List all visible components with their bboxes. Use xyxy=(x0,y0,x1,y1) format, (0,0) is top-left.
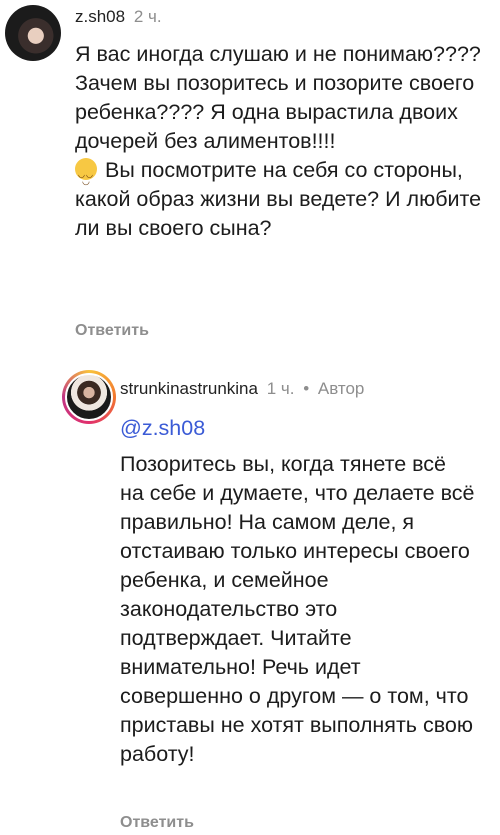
separator: • xyxy=(303,379,310,398)
comment-header: strunkinastrunkina 1 ч. • Автор xyxy=(120,379,364,399)
author-badge: Автор xyxy=(317,379,365,398)
avatar[interactable] xyxy=(65,373,113,421)
username[interactable]: strunkinastrunkina xyxy=(120,379,258,398)
comment-text-part-1: Я вас иногда слушаю и не понимаю???? Зач… xyxy=(75,42,481,153)
timestamp: 1 ч. xyxy=(266,379,295,398)
reply-button[interactable]: Ответить xyxy=(120,814,194,832)
comment-header: z.sh08 2 ч. xyxy=(75,7,162,27)
timestamp: 2 ч. xyxy=(133,7,162,26)
comment-text: Я вас иногда слушаю и не понимаю???? Зач… xyxy=(75,40,485,243)
avatar[interactable] xyxy=(5,5,61,61)
username[interactable]: z.sh08 xyxy=(75,7,125,26)
mention-link[interactable]: @z.sh08 xyxy=(120,416,205,441)
reply-button[interactable]: Ответить xyxy=(75,322,149,340)
comment-text: Позоритесь вы, когда тянете всё на себе … xyxy=(120,452,475,766)
comment-text-part-2: Вы посмотрите на себя со стороны, какой … xyxy=(75,158,482,240)
smiling-face-icon xyxy=(75,158,97,196)
